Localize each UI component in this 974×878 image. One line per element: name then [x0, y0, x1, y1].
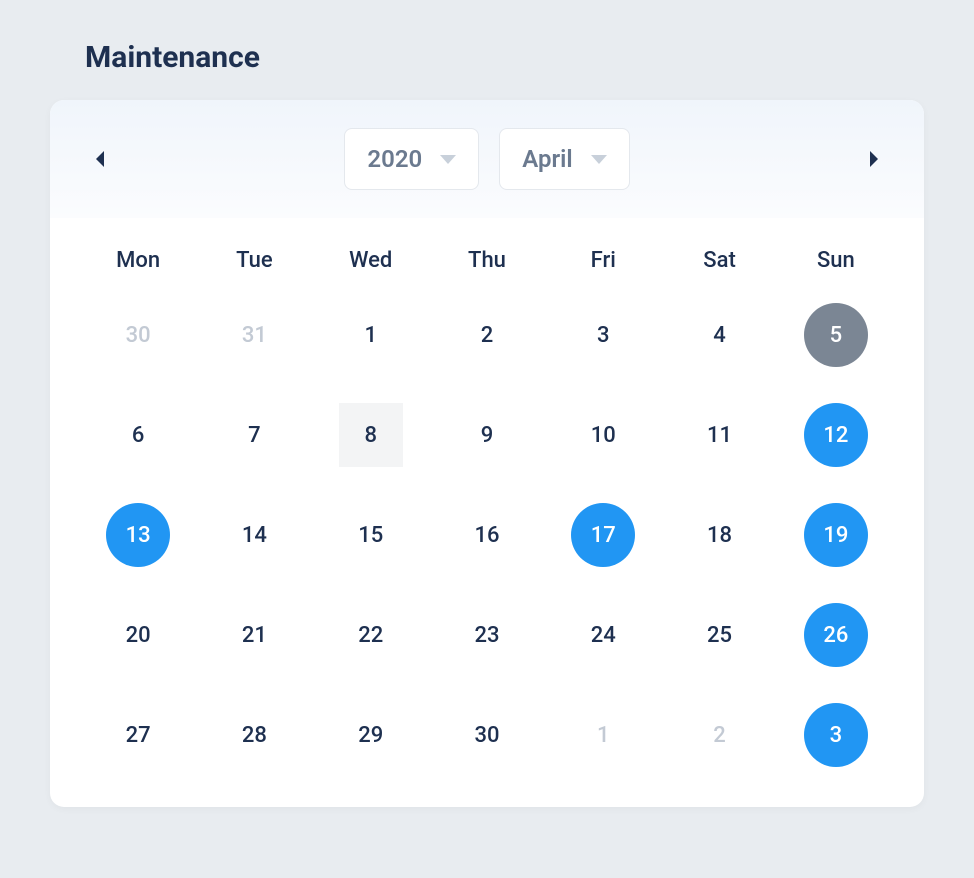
caret-right-icon: [866, 149, 882, 169]
month-select-label: April: [522, 145, 572, 173]
day-cell[interactable]: 25: [661, 603, 777, 667]
day-number: 10: [571, 403, 635, 467]
caret-left-icon: [92, 149, 108, 169]
day-cell[interactable]: 8: [313, 403, 429, 467]
day-cell[interactable]: 13: [80, 503, 196, 567]
day-cell[interactable]: 23: [429, 603, 545, 667]
date-selectors: 2020 April: [344, 128, 629, 190]
weekday-label: Sat: [661, 248, 777, 273]
day-number: 18: [688, 503, 752, 567]
day-cell[interactable]: 3: [778, 703, 894, 767]
month-select[interactable]: April: [499, 128, 629, 190]
day-number: 28: [222, 703, 286, 767]
day-number: 1: [339, 303, 403, 367]
day-number: 2: [688, 703, 752, 767]
day-cell[interactable]: 11: [661, 403, 777, 467]
day-cell[interactable]: 30: [80, 303, 196, 367]
next-month-button[interactable]: [854, 139, 894, 179]
day-number: 17: [571, 503, 635, 567]
day-cell[interactable]: 7: [196, 403, 312, 467]
day-number: 9: [455, 403, 519, 467]
day-cell[interactable]: 20: [80, 603, 196, 667]
day-number: 23: [455, 603, 519, 667]
day-number: 2: [455, 303, 519, 367]
day-cell[interactable]: 28: [196, 703, 312, 767]
day-number: 26: [804, 603, 868, 667]
day-number: 25: [688, 603, 752, 667]
day-cell[interactable]: 29: [313, 703, 429, 767]
chevron-down-icon: [440, 155, 456, 164]
day-cell[interactable]: 24: [545, 603, 661, 667]
day-cell[interactable]: 22: [313, 603, 429, 667]
day-number: 3: [804, 703, 868, 767]
day-cell[interactable]: 19: [778, 503, 894, 567]
day-cell[interactable]: 12: [778, 403, 894, 467]
day-number: 22: [339, 603, 403, 667]
day-cell[interactable]: 10: [545, 403, 661, 467]
day-number: 8: [339, 403, 403, 467]
day-number: 16: [455, 503, 519, 567]
calendar-body: Mon Tue Wed Thu Fri Sat Sun 303112345678…: [50, 218, 924, 807]
day-cell[interactable]: 14: [196, 503, 312, 567]
day-number: 6: [106, 403, 170, 467]
day-cell[interactable]: 1: [313, 303, 429, 367]
year-select-label: 2020: [367, 145, 422, 173]
day-number: 31: [222, 303, 286, 367]
day-number: 30: [455, 703, 519, 767]
day-cell[interactable]: 2: [429, 303, 545, 367]
calendar-header: 2020 April: [50, 100, 924, 218]
day-cell[interactable]: 1: [545, 703, 661, 767]
day-number: 24: [571, 603, 635, 667]
day-number: 27: [106, 703, 170, 767]
day-number: 30: [106, 303, 170, 367]
day-cell[interactable]: 5: [778, 303, 894, 367]
days-grid: 3031123456789101112131415161718192021222…: [80, 303, 894, 767]
day-number: 1: [571, 703, 635, 767]
day-cell[interactable]: 9: [429, 403, 545, 467]
year-select[interactable]: 2020: [344, 128, 479, 190]
day-number: 20: [106, 603, 170, 667]
weekday-label: Fri: [545, 248, 661, 273]
weekday-label: Sun: [778, 248, 894, 273]
weekday-row: Mon Tue Wed Thu Fri Sat Sun: [80, 248, 894, 273]
day-cell[interactable]: 27: [80, 703, 196, 767]
prev-month-button[interactable]: [80, 139, 120, 179]
weekday-label: Mon: [80, 248, 196, 273]
day-number: 14: [222, 503, 286, 567]
calendar-card: 2020 April Mon Tue Wed Thu Fri Sat Sun: [50, 100, 924, 807]
day-number: 12: [804, 403, 868, 467]
weekday-label: Thu: [429, 248, 545, 273]
day-cell[interactable]: 26: [778, 603, 894, 667]
day-number: 11: [688, 403, 752, 467]
day-cell[interactable]: 18: [661, 503, 777, 567]
day-cell[interactable]: 16: [429, 503, 545, 567]
day-cell[interactable]: 30: [429, 703, 545, 767]
day-cell[interactable]: 4: [661, 303, 777, 367]
day-number: 19: [804, 503, 868, 567]
day-cell[interactable]: 15: [313, 503, 429, 567]
day-cell[interactable]: 2: [661, 703, 777, 767]
day-number: 29: [339, 703, 403, 767]
day-number: 4: [688, 303, 752, 367]
day-number: 3: [571, 303, 635, 367]
day-number: 21: [222, 603, 286, 667]
day-cell[interactable]: 17: [545, 503, 661, 567]
chevron-down-icon: [591, 155, 607, 164]
day-cell[interactable]: 3: [545, 303, 661, 367]
day-number: 13: [106, 503, 170, 567]
day-number: 5: [804, 303, 868, 367]
weekday-label: Wed: [313, 248, 429, 273]
day-cell[interactable]: 31: [196, 303, 312, 367]
day-number: 15: [339, 503, 403, 567]
day-cell[interactable]: 21: [196, 603, 312, 667]
day-number: 7: [222, 403, 286, 467]
weekday-label: Tue: [196, 248, 312, 273]
page-title: Maintenance: [85, 40, 924, 75]
day-cell[interactable]: 6: [80, 403, 196, 467]
